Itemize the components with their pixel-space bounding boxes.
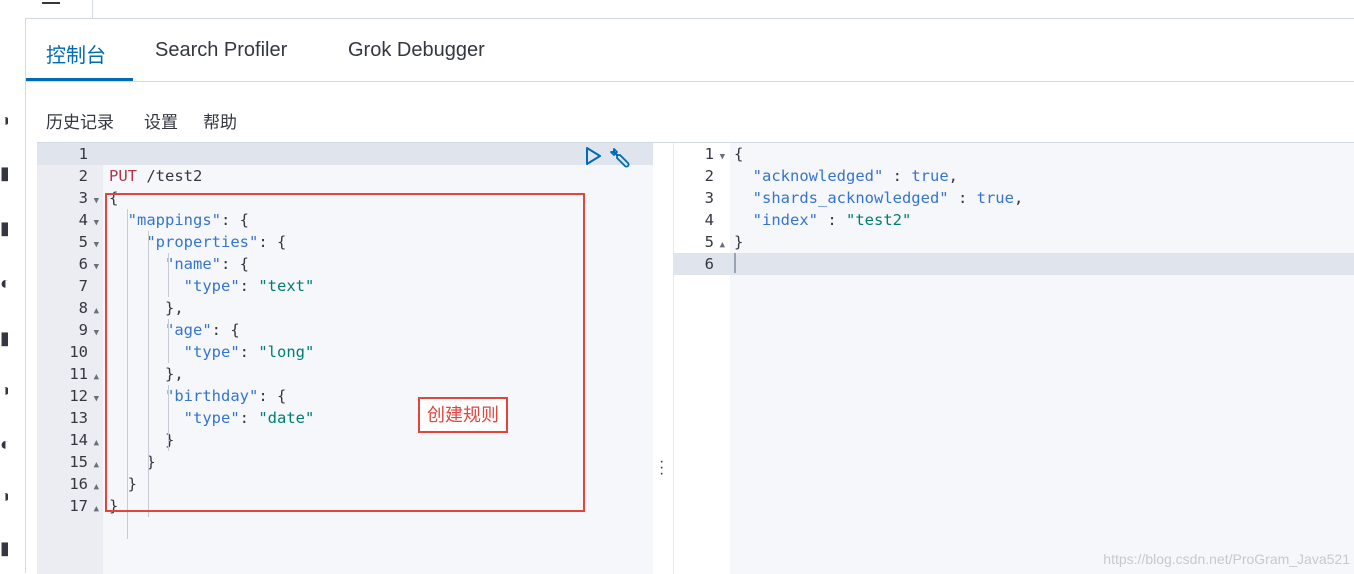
code-line: "acknowledged" : true, xyxy=(752,167,958,185)
line-number: 3 xyxy=(673,187,725,209)
left-nav: ◑ ▮ ▮ ◐ ▮ ◑ ◐ ◑ ▮ xyxy=(0,18,26,573)
annotation-box xyxy=(105,193,585,512)
settings-link[interactable]: 设置 xyxy=(144,108,178,133)
nav-icon[interactable]: ▮ xyxy=(0,328,8,349)
line-number-text: 11 xyxy=(69,365,88,383)
code-line: "index" : "test2" xyxy=(752,211,912,229)
play-icon[interactable] xyxy=(585,147,601,165)
line-number: 15 ▲ xyxy=(37,451,99,473)
response-cursor xyxy=(734,253,736,273)
line-number-text: 14 xyxy=(69,431,88,449)
line-number: 5 ▼ xyxy=(37,231,99,253)
pane-resizer[interactable]: · · · xyxy=(653,143,673,574)
line-number: 6 ▼ xyxy=(37,253,99,275)
tab-grok-debugger[interactable]: Grok Debugger xyxy=(348,39,485,62)
code-line: { xyxy=(734,145,744,163)
code-line: } xyxy=(734,233,744,251)
top-bar xyxy=(0,0,1354,19)
history-link[interactable]: 历史记录 xyxy=(46,108,114,133)
response-active-line-highlight xyxy=(673,253,1354,275)
line-number-text: 1 xyxy=(78,145,88,163)
nav-icon[interactable]: ◑ xyxy=(0,486,8,507)
line-number-text: 5 xyxy=(78,233,88,251)
line-number: 4 ▼ xyxy=(37,209,99,231)
help-link[interactable]: 帮助 xyxy=(203,108,237,133)
line-number: 13 xyxy=(37,407,99,429)
line-number-text: 2 xyxy=(78,167,88,185)
line-number-text: 12 xyxy=(69,387,88,405)
line-number-text: 5 xyxy=(704,233,714,251)
dev-tools-tabs: 控制台 Search Profiler Grok Debugger xyxy=(26,19,1354,82)
line-number: 5 ▲ xyxy=(673,231,725,253)
nav-icon[interactable]: ◑ xyxy=(0,110,8,131)
line-number: 12 ▼ xyxy=(37,385,99,407)
nav-icon[interactable]: ◐ xyxy=(0,434,8,455)
line-number-text: 10 xyxy=(69,343,88,361)
annotation-label: 创建规则 xyxy=(418,397,508,433)
line-number-text: 1 xyxy=(704,145,714,163)
line-number: 1 ▼ xyxy=(673,143,725,165)
tab-search-profiler[interactable]: Search Profiler xyxy=(155,39,287,62)
nav-icon[interactable]: ▮ xyxy=(0,163,8,184)
nav-icon[interactable]: ▮ xyxy=(0,538,8,559)
code-line: PUT /test2 xyxy=(109,167,203,185)
line-number-text: 7 xyxy=(78,277,88,295)
line-number: 1 xyxy=(37,143,99,165)
nav-icon[interactable]: ▮ xyxy=(0,218,8,239)
hamburger-icon[interactable] xyxy=(42,2,60,4)
line-number-text: 6 xyxy=(78,255,88,273)
vertical-dots-icon[interactable]: · · · xyxy=(659,454,664,482)
line-number: 14 ▲ xyxy=(37,429,99,451)
line-number-text: 4 xyxy=(78,211,88,229)
top-bar-divider xyxy=(92,0,93,18)
fold-toggle-icon[interactable]: ▲ xyxy=(91,498,99,520)
tab-console[interactable]: 控制台 xyxy=(46,39,106,68)
line-number-text: 9 xyxy=(78,321,88,339)
line-number: 8 ▲ xyxy=(37,297,99,319)
nav-icon[interactable]: ◑ xyxy=(0,380,8,401)
code-line: "shards_acknowledged" : true, xyxy=(752,189,1024,207)
nav-icon[interactable]: ◐ xyxy=(0,273,8,294)
line-number: 3 ▼ xyxy=(37,187,99,209)
line-number-text: 17 xyxy=(69,497,88,515)
line-number: 11 ▲ xyxy=(37,363,99,385)
line-number-text: 16 xyxy=(69,475,88,493)
line-number-text: 4 xyxy=(704,211,714,229)
line-number: 17 ▲ xyxy=(37,495,99,517)
line-number-text: 8 xyxy=(78,299,88,317)
active-tab-indicator xyxy=(26,78,133,81)
line-number: 16 ▲ xyxy=(37,473,99,495)
line-number: 7 xyxy=(37,275,99,297)
line-number-text: 3 xyxy=(78,189,88,207)
watermark: https://blog.csdn.net/ProGram_Java521 xyxy=(1103,551,1350,567)
line-number-text: 6 xyxy=(704,255,714,273)
line-number-text: 13 xyxy=(69,409,88,427)
active-line-highlight xyxy=(37,143,653,165)
line-number-text: 15 xyxy=(69,453,88,471)
line-number-text: 3 xyxy=(704,189,714,207)
line-number-text: 2 xyxy=(704,167,714,185)
line-number: 6 xyxy=(673,253,725,275)
line-number: 10 xyxy=(37,341,99,363)
line-number: 2 xyxy=(37,165,99,187)
line-number: 4 xyxy=(673,209,725,231)
line-number: 9 ▼ xyxy=(37,319,99,341)
wrench-icon[interactable] xyxy=(609,146,631,168)
line-number: 2 xyxy=(673,165,725,187)
console-menu: 历史记录 设置 帮助 xyxy=(26,82,1354,142)
